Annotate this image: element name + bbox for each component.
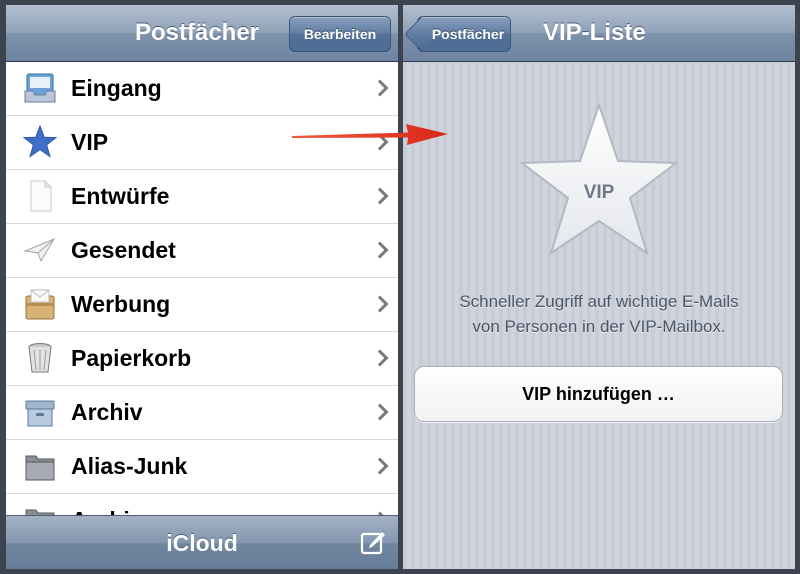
mailbox-row-archiv[interactable]: Archiv — [6, 386, 398, 440]
vip-star-icon: VIP — [520, 103, 678, 255]
chevron-right-icon — [371, 187, 389, 205]
folder-icon — [25, 455, 55, 481]
mailboxes-screen: Postfächer Bearbeiten Eingang VIP Entwür… — [6, 5, 398, 569]
vip-description-line-1: Schneller Zugriff auf wichtige E-Mails — [459, 292, 739, 311]
mailbox-label: Werbung — [71, 291, 171, 317]
mailbox-label: Papierkorb — [71, 345, 192, 371]
mailbox-label: Gesendet — [71, 237, 176, 263]
paper-plane-icon — [23, 237, 56, 263]
draft-document-icon — [30, 180, 52, 212]
mailbox-row-alias-junk[interactable]: Alias-Junk — [6, 440, 398, 494]
mailbox-label: VIP — [71, 129, 109, 155]
back-button[interactable]: Postfächer — [404, 16, 511, 52]
add-vip-button[interactable]: VIP hinzufügen … — [414, 366, 783, 422]
inbox-icon — [24, 73, 56, 103]
trash-bin-icon — [28, 343, 52, 373]
vip-description: Schneller Zugriff auf wichtige E-Mails v… — [403, 289, 795, 339]
vip-list-title: VIP-Liste — [543, 19, 646, 46]
chevron-right-icon — [371, 79, 389, 97]
compose-icon[interactable] — [360, 529, 386, 555]
chevron-right-icon — [371, 457, 389, 475]
account-name: iCloud — [166, 530, 238, 556]
mailbox-label: Entwürfe — [71, 183, 170, 209]
mailbox-row-gesendet[interactable]: Gesendet — [6, 224, 398, 278]
vip-navbar: Postfächer VIP-Liste — [403, 5, 795, 62]
annotation-arrow-icon — [292, 124, 448, 145]
chevron-right-icon — [371, 349, 389, 367]
mailboxes-navbar: Postfächer Bearbeiten — [6, 5, 398, 62]
mailbox-row-werbung[interactable]: Werbung — [6, 278, 398, 332]
mailbox-label: Alias-Junk — [71, 453, 188, 479]
envelope-box-icon — [25, 289, 55, 320]
chevron-right-icon — [371, 403, 389, 421]
chevron-right-icon — [371, 241, 389, 259]
mailbox-row-papierkorb[interactable]: Papierkorb — [6, 332, 398, 386]
bottom-toolbar: iCloud — [6, 515, 398, 569]
vip-star-label: VIP — [584, 182, 615, 203]
back-button-label: Postfächer — [431, 26, 505, 42]
vip-list-screen: Postfächer VIP-Liste VIP Schneller Zugri… — [403, 5, 795, 569]
mailbox-label: Eingang — [71, 75, 162, 101]
mailbox-row-eingang[interactable]: Eingang — [6, 62, 398, 116]
chevron-right-icon — [371, 295, 389, 313]
archive-box-icon — [25, 400, 55, 427]
vip-description-line-2: von Personen in der VIP-Mailbox. — [472, 317, 726, 336]
edit-button[interactable]: Bearbeiten — [289, 16, 391, 52]
star-icon — [23, 125, 57, 158]
mailbox-label: Archiv — [71, 399, 143, 425]
mailbox-row-entwuerfe[interactable]: Entwürfe — [6, 170, 398, 224]
